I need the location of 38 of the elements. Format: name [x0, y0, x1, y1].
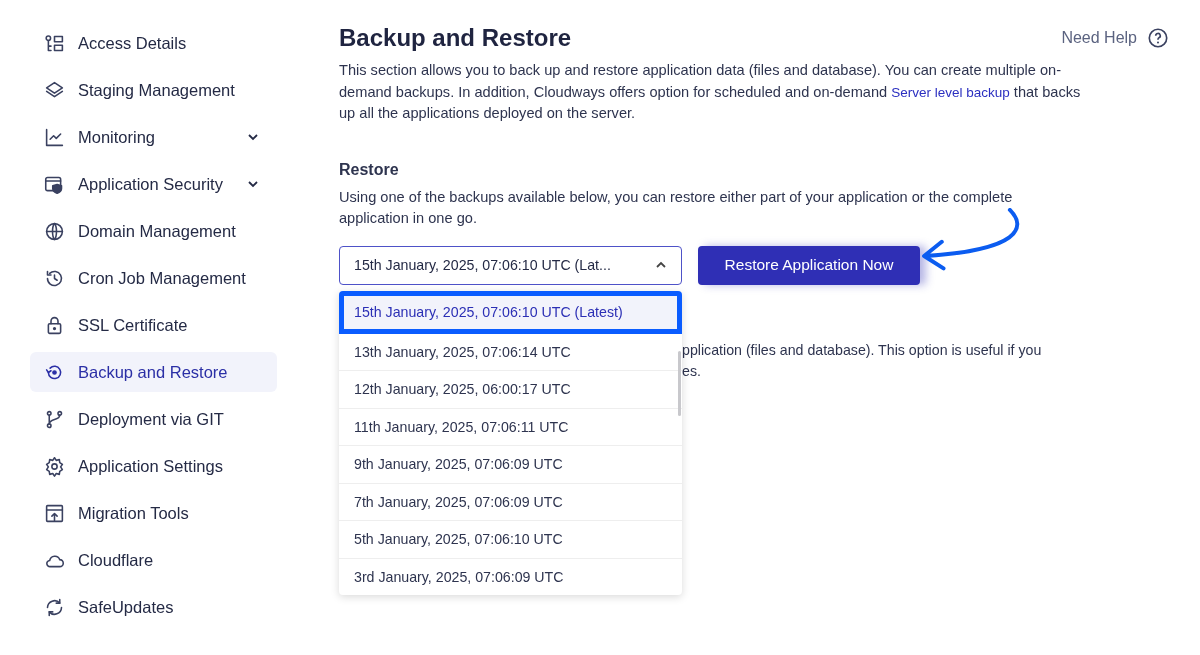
- sidebar-item[interactable]: Access Details: [30, 23, 277, 63]
- dropdown-option[interactable]: 9th January, 2025, 07:06:09 UTC: [339, 446, 682, 484]
- sidebar-item[interactable]: Cloudflare: [30, 540, 277, 580]
- intro-text: This section allows you to back up and restore application data (files and database). You can create multiple on-demand backups. In addition, Cloudways offers option for scheduled and on-demand Server level backup that backs up all the applications deployed on the server.: [339, 61, 1082, 123]
- backup-select[interactable]: 15th January, 2025, 07:06:10 UTC (Lat...: [339, 245, 682, 285]
- dropdown-option[interactable]: 7th January, 2025, 07:06:09 UTC: [339, 483, 682, 522]
- sidebar-item[interactable]: Monitoring: [30, 117, 277, 157]
- sync-icon: [44, 596, 65, 618]
- restore-button[interactable]: Restore Application Now: [698, 245, 920, 285]
- sidebar-item[interactable]: SSL Certificate: [30, 305, 277, 345]
- help-icon: [1147, 27, 1169, 49]
- page-title: Backup and Restore: [339, 24, 572, 52]
- dropdown-option[interactable]: 3rd January, 2025, 07:06:09 UTC: [339, 559, 682, 595]
- restore-description: Using one of the backups available below, you can restore either part of your application or the complete application in one go.: [339, 187, 1014, 228]
- settings-icon: [44, 455, 65, 477]
- body-text: pplication (files and database). This option is useful if you: [682, 340, 1043, 360]
- sidebar-item[interactable]: Application Security: [30, 164, 277, 204]
- sidebar-item[interactable]: Application Settings: [30, 446, 277, 486]
- line-chart-icon: [44, 126, 65, 148]
- dropdown-option[interactable]: 11th January, 2025, 07:06:11 UTC: [339, 408, 682, 447]
- dropdown-option[interactable]: 5th January, 2025, 07:06:10 UTC: [339, 521, 682, 560]
- sidebar-item[interactable]: Deployment via GIT: [30, 399, 277, 439]
- sidebar-item[interactable]: Domain Management: [30, 211, 277, 251]
- globe-icon: [44, 220, 65, 242]
- upload-window-icon: [44, 502, 65, 524]
- body-text: es.: [682, 362, 702, 381]
- scrollbar[interactable]: [678, 350, 681, 416]
- sidebar-item[interactable]: Migration Tools: [30, 493, 277, 533]
- key-list-icon: [44, 32, 65, 54]
- section-heading: Restore: [339, 160, 400, 179]
- sidebar-item[interactable]: Cron Job Management: [30, 258, 277, 298]
- help-link[interactable]: Need Help: [1061, 27, 1169, 49]
- server-backup-link[interactable]: Server level backup: [891, 84, 1010, 100]
- sidebar-item[interactable]: SafeUpdates: [30, 587, 277, 627]
- branch-icon: [44, 408, 65, 430]
- sidebar-item[interactable]: Staging Management: [30, 70, 277, 110]
- sidebar-item[interactable]: Backup and Restore: [30, 352, 277, 392]
- dropdown-option[interactable]: 15th January, 2025, 07:06:10 UTC (Latest): [339, 290, 682, 334]
